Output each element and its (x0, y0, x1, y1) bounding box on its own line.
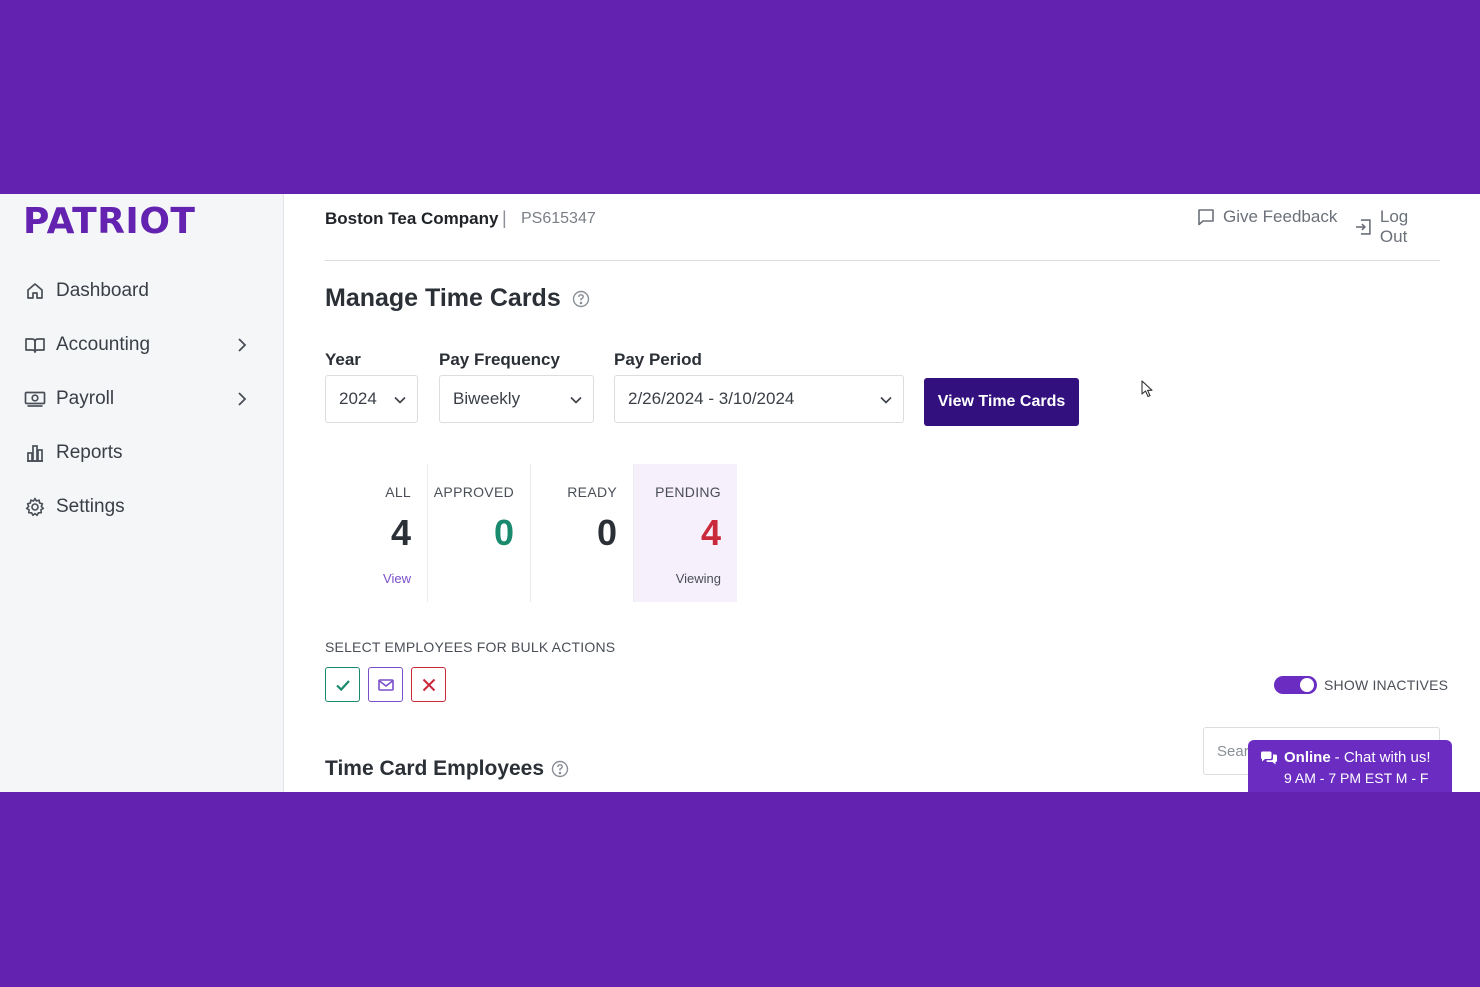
mouse-pointer-icon (1141, 380, 1153, 403)
gear-icon (24, 496, 46, 518)
status-tile-all[interactable]: ALL 4 View (325, 464, 428, 602)
pay-period-label: Pay Period (614, 350, 702, 369)
bulk-email-button[interactable] (368, 667, 403, 702)
pay-frequency-label: Pay Frequency (439, 350, 560, 369)
chat-bubble-icon (1261, 751, 1277, 764)
sidebar-item-settings[interactable]: Settings (0, 480, 284, 534)
status-tile-ready[interactable]: READY 0 (531, 464, 634, 602)
company-id: PS615347 (521, 210, 596, 227)
money-icon (24, 388, 46, 410)
pay-frequency-value: Biweekly (453, 389, 521, 408)
header-separator: | (502, 208, 507, 228)
chat-hours: 9 AM - 7 PM EST M - F (1284, 770, 1429, 786)
status-label: APPROVED (433, 484, 514, 500)
log-out-link[interactable]: Log Out (1354, 207, 1440, 247)
help-icon[interactable] (572, 290, 590, 308)
sidebar-item-reports[interactable]: Reports (0, 426, 284, 480)
viewing-indicator: Viewing (675, 571, 721, 586)
close-icon (422, 678, 435, 691)
chat-status: Online (1284, 749, 1331, 766)
bulk-actions-label: SELECT EMPLOYEES FOR BULK ACTIONS (325, 639, 616, 655)
page-title-text: Manage Time Cards (325, 284, 561, 312)
status-label: READY (567, 484, 617, 500)
logout-icon (1355, 219, 1371, 235)
log-out-label: Log Out (1379, 207, 1409, 246)
view-link[interactable]: View (383, 571, 411, 586)
status-tile-approved[interactable]: APPROVED 0 (428, 464, 531, 602)
chevron-down-icon (569, 392, 583, 412)
sidebar-item-dashboard[interactable]: Dashboard (0, 264, 284, 318)
status-label: PENDING (655, 484, 721, 500)
sidebar-item-label: Accounting (56, 334, 151, 355)
show-inactives-label: SHOW INACTIVES (1324, 677, 1449, 693)
chevron-right-icon (234, 390, 250, 408)
year-value: 2024 (339, 389, 377, 408)
sidebar: PATRIOT Dashboard Accounting Payroll Rep… (0, 194, 284, 792)
sidebar-item-label: Reports (56, 442, 123, 463)
status-count: 4 (700, 512, 721, 553)
status-count: 0 (493, 512, 514, 553)
section-title-text: Time Card Employees (325, 757, 545, 780)
check-icon (335, 679, 350, 691)
top-header: Boston Tea Company | PS615347 Give Feedb… (325, 194, 1440, 261)
year-label: Year (325, 350, 361, 369)
app-window: PATRIOT Dashboard Accounting Payroll Rep… (0, 194, 1480, 792)
sidebar-item-accounting[interactable]: Accounting (0, 318, 284, 372)
status-tile-pending[interactable]: PENDING 4 Viewing (634, 464, 737, 602)
feedback-icon (1198, 209, 1214, 226)
pay-period-select[interactable]: 2/26/2024 - 3/10/2024 (614, 375, 904, 423)
status-tiles: ALL 4 View APPROVED 0 READY 0 PENDING 4 … (325, 464, 737, 602)
bulk-reject-button[interactable] (411, 667, 446, 702)
show-inactives-toggle[interactable]: SHOW INACTIVES (1274, 676, 1448, 694)
bar-chart-icon (24, 442, 46, 464)
status-count: 0 (596, 512, 617, 553)
pay-period-value: 2/26/2024 - 3/10/2024 (628, 389, 795, 408)
help-icon[interactable] (551, 760, 569, 778)
sidebar-item-label: Payroll (56, 388, 115, 409)
chat-widget[interactable]: Online - Chat with us! 9 AM - 7 PM EST M… (1248, 740, 1452, 792)
book-icon (24, 334, 46, 356)
company-name: Boston Tea Company (325, 209, 499, 228)
home-icon (24, 280, 46, 302)
bulk-approve-button[interactable] (325, 667, 360, 702)
mail-icon (377, 678, 394, 691)
patriot-logo[interactable]: PATRIOT (23, 202, 195, 242)
sidebar-item-label: Dashboard (56, 280, 149, 301)
page-title: Manage Time Cards (325, 284, 590, 313)
give-feedback-label: Give Feedback (1223, 207, 1338, 226)
view-time-cards-button[interactable]: View Time Cards (924, 378, 1079, 426)
chevron-right-icon (234, 336, 250, 354)
status-count: 4 (390, 512, 411, 553)
chevron-down-icon (393, 392, 407, 412)
toggle-switch[interactable] (1274, 676, 1317, 694)
chat-message: - Chat with us! (1334, 749, 1431, 766)
pay-frequency-select[interactable]: Biweekly (439, 375, 594, 423)
chat-status-line: Online - Chat with us! (1260, 749, 1431, 766)
sidebar-item-payroll[interactable]: Payroll (0, 372, 284, 426)
chevron-down-icon (879, 392, 893, 412)
sidebar-item-label: Settings (56, 496, 125, 517)
toggle-knob (1300, 678, 1314, 692)
give-feedback-link[interactable]: Give Feedback (1197, 207, 1337, 227)
status-label: ALL (385, 484, 411, 500)
sidebar-nav: Dashboard Accounting Payroll Reports Set… (0, 264, 284, 534)
time-card-employees-title: Time Card Employees (325, 757, 569, 781)
year-select[interactable]: 2024 (325, 375, 418, 423)
